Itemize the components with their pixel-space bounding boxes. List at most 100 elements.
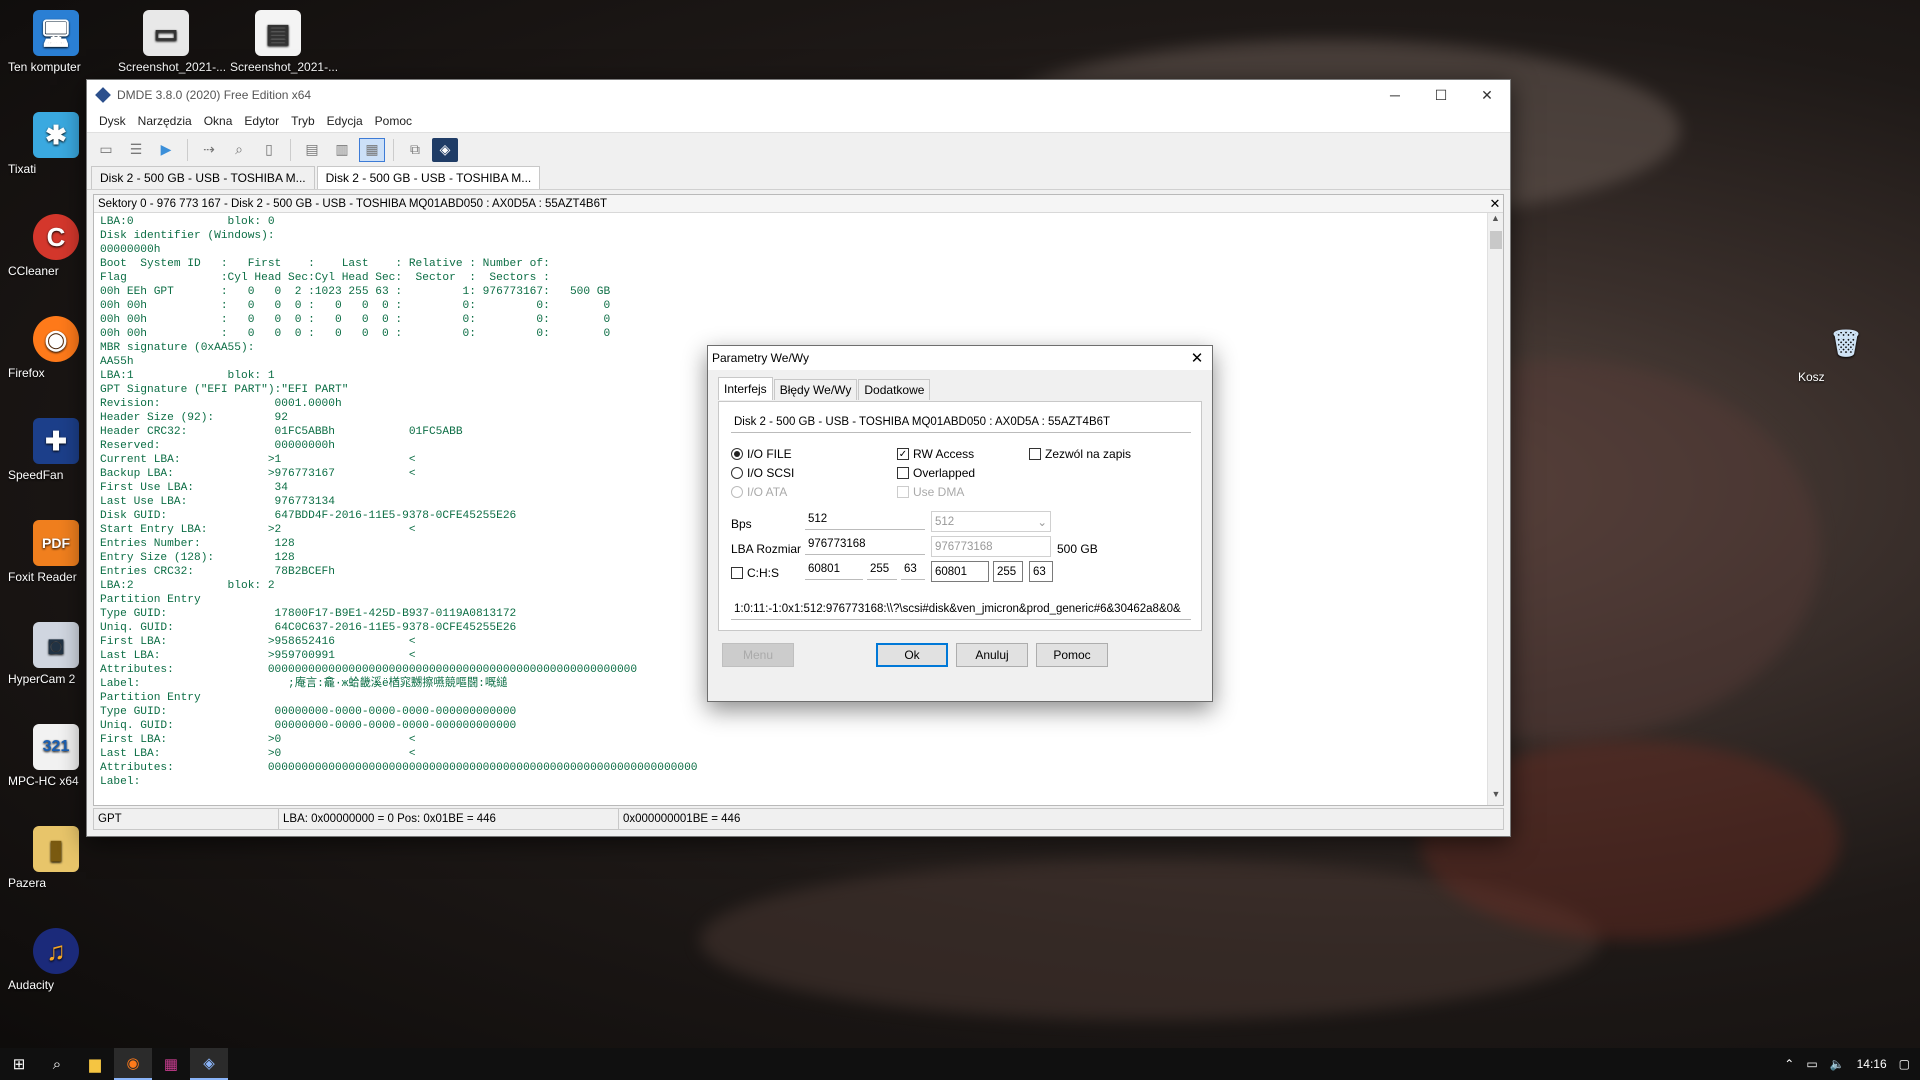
copy-sectors-icon[interactable]: ⧉	[402, 138, 428, 162]
menu-pomoc[interactable]: Pomoc	[369, 114, 418, 128]
disk-name-field[interactable]: Disk 2 - 500 GB - USB - TOSHIBA MQ01ABD0…	[731, 412, 1191, 433]
menu-dysk[interactable]: Dysk	[93, 114, 132, 128]
dmde-taskbar-icon[interactable]: ◈	[190, 1048, 228, 1080]
chs-cylinders-input[interactable]: 60801	[805, 559, 863, 580]
lba-size-label: LBA Rozmiar	[731, 542, 802, 556]
notifications-icon[interactable]: ▢	[1899, 1057, 1910, 1071]
sector-line: 00h EEh GPT : 0 0 2 :1023 255 63 : 1: 97…	[100, 286, 611, 298]
computer-icon: 🖥	[33, 10, 79, 56]
check-overlapped[interactable]: Overlapped	[897, 466, 975, 480]
search-icon[interactable]: ⌕	[226, 138, 252, 162]
tixati-icon: ✱	[33, 112, 79, 158]
menu-okna[interactable]: Okna	[198, 114, 239, 128]
image-file-icon: ▤	[255, 10, 301, 56]
minimize-button[interactable]: ─	[1372, 80, 1418, 110]
close-button[interactable]: ✕	[1464, 80, 1510, 110]
vertical-scrollbar[interactable]: ▲ ▼	[1487, 213, 1503, 805]
scroll-up-icon[interactable]: ▲	[1488, 213, 1503, 229]
menu-edytor[interactable]: Edytor	[238, 114, 285, 128]
pane-title: Sektory 0 - 976 773 167 - Disk 2 - 500 G…	[98, 197, 608, 210]
dialog-titlebar[interactable]: Parametry We/Wy ✕	[708, 346, 1212, 370]
status-bar: GPT LBA: 0x00000000 = 0 Pos: 0x01BE = 44…	[93, 808, 1504, 830]
sector-line: Boot System ID : First : Last : Relative…	[100, 258, 550, 270]
help-button[interactable]: Pomoc	[1036, 643, 1108, 667]
sector-line: First LBA: >0 <	[100, 734, 416, 746]
play-icon[interactable]: ▶	[153, 138, 179, 162]
tab-bledy[interactable]: Błędy We/Wy	[773, 379, 858, 400]
lba-detected-field: 976773168	[931, 536, 1051, 557]
tab-disk-1[interactable]: Disk 2 - 500 GB - USB - TOSHIBA M...	[91, 166, 315, 189]
check-rw-access[interactable]: ✓ RW Access	[897, 447, 974, 461]
menu-button: Menu	[722, 643, 794, 667]
status-position: LBA: 0x00000000 = 0 Pos: 0x01BE = 446	[279, 809, 619, 829]
clock[interactable]: 14:16	[1857, 1057, 1887, 1071]
folder-icon: ▮	[33, 826, 79, 872]
desktop-icon-this-pc[interactable]: 🖥 Ten komputer	[8, 10, 104, 74]
radio-dot	[731, 448, 743, 460]
network-icon[interactable]: ▭	[1806, 1057, 1817, 1071]
foxit-icon: PDF	[33, 520, 79, 566]
chs-heads-detected: 255	[993, 561, 1023, 582]
toolbar: ▭ ☰ ▶ ⇢ ⌕ ▯ ▤ ▥ ▦ ⧉ ◈	[87, 132, 1510, 166]
device-path-field[interactable]: 1:0:11:-1:0x1:512:976773168:\\?\scsi#dis…	[731, 599, 1191, 620]
dmde-app-icon	[95, 87, 111, 103]
bps-input[interactable]: 512	[805, 509, 925, 530]
forward-icon[interactable]: ⇢	[196, 138, 222, 162]
volume-icon[interactable]: 🔈	[1830, 1057, 1845, 1071]
disk-icon[interactable]: ▭	[93, 138, 119, 162]
view-mode-3-icon[interactable]: ▦	[359, 137, 385, 162]
disk-size-label: 500 GB	[1057, 542, 1098, 556]
toolbar-separator	[187, 138, 188, 161]
desktop-icon-audacity[interactable]: ♫ Audacity	[8, 928, 104, 992]
chs-cylinders-detected: 60801	[931, 561, 989, 582]
winrar-icon[interactable]: ▦	[152, 1048, 190, 1080]
windows-start-icon[interactable]: ⊞	[0, 1048, 38, 1080]
window-title: DMDE 3.8.0 (2020) Free Edition x64	[117, 88, 312, 102]
tab-disk-2[interactable]: Disk 2 - 500 GB - USB - TOSHIBA M...	[316, 166, 541, 189]
tab-dodatkowe[interactable]: Dodatkowe	[858, 379, 931, 400]
status-type: GPT	[94, 809, 279, 829]
partitions-icon[interactable]: ☰	[123, 138, 149, 162]
check-use-dma: Use DMA	[897, 485, 964, 499]
chevron-up-icon[interactable]: ⌃	[1784, 1057, 1794, 1071]
ok-button[interactable]: Ok	[876, 643, 948, 667]
sector-line: 00h 00h : 0 0 0 : 0 0 0 : 0: 0: 0	[100, 314, 611, 326]
cancel-button[interactable]: Anuluj	[956, 643, 1028, 667]
hypercam-icon: ◙	[33, 622, 79, 668]
menu-tryb[interactable]: Tryb	[285, 114, 321, 128]
radio-io-scsi[interactable]: I/O SCSI	[731, 466, 794, 480]
dmde-logo-icon[interactable]: ◈	[432, 137, 458, 162]
scroll-thumb[interactable]	[1489, 231, 1502, 249]
maximize-button[interactable]: ☐	[1418, 80, 1464, 110]
dialog-close-icon[interactable]: ✕	[1182, 349, 1212, 367]
pane-header: Sektory 0 - 976 773 167 - Disk 2 - 500 G…	[94, 195, 1503, 213]
search-icon[interactable]: ⌕	[38, 1048, 76, 1080]
desktop-icon-recycle-bin[interactable]: 🗑 Kosz	[1798, 320, 1894, 385]
sector-line: Uniq. GUID: 00000000-0000-0000-0000-0000…	[100, 720, 517, 732]
view-mode-2-icon[interactable]: ▥	[329, 138, 355, 162]
pane-close-icon[interactable]: ✕	[1487, 196, 1503, 212]
window-titlebar[interactable]: DMDE 3.8.0 (2020) Free Edition x64 ─ ☐ ✕	[87, 80, 1510, 110]
lba-size-input[interactable]: 976773168	[805, 534, 925, 555]
check-allow-write[interactable]: Zezwól na zapis	[1029, 447, 1131, 461]
chs-heads-input[interactable]: 255	[867, 559, 897, 580]
menu-narzedzia[interactable]: Narzędzia	[132, 114, 198, 128]
firefox-taskbar-icon[interactable]: ◉	[114, 1048, 152, 1080]
file-explorer-icon[interactable]: ▆	[76, 1048, 114, 1080]
sector-line: Attributes: 0000000000000000000000000000…	[100, 762, 698, 774]
sector-line: Type GUID: 00000000-0000-0000-0000-00000…	[100, 706, 517, 718]
document-icon[interactable]: ▯	[256, 138, 282, 162]
desktop-icon-screenshot-1[interactable]: ▭ Screenshot_2021-...	[118, 10, 226, 74]
view-mode-1-icon[interactable]: ▤	[299, 138, 325, 162]
tab-interfejs[interactable]: Interfejs	[718, 377, 773, 400]
scroll-down-icon[interactable]: ▼	[1488, 789, 1504, 805]
check-chs[interactable]: C:H:S	[731, 566, 779, 580]
chs-sectors-input[interactable]: 63	[901, 559, 925, 580]
radio-io-file[interactable]: I/O FILE	[731, 447, 792, 461]
desktop-icon-screenshot-2[interactable]: ▤ Screenshot_2021-...	[230, 10, 338, 74]
sector-line: Flag :Cyl Head Sec:Cyl Head Sec: Sector …	[100, 272, 550, 284]
menu-edycja[interactable]: Edycja	[321, 114, 369, 128]
sector-line: 00000000h	[100, 244, 161, 256]
firefox-icon: ◉	[33, 316, 79, 362]
sector-line: 00h 00h : 0 0 0 : 0 0 0 : 0: 0: 0	[100, 328, 611, 340]
